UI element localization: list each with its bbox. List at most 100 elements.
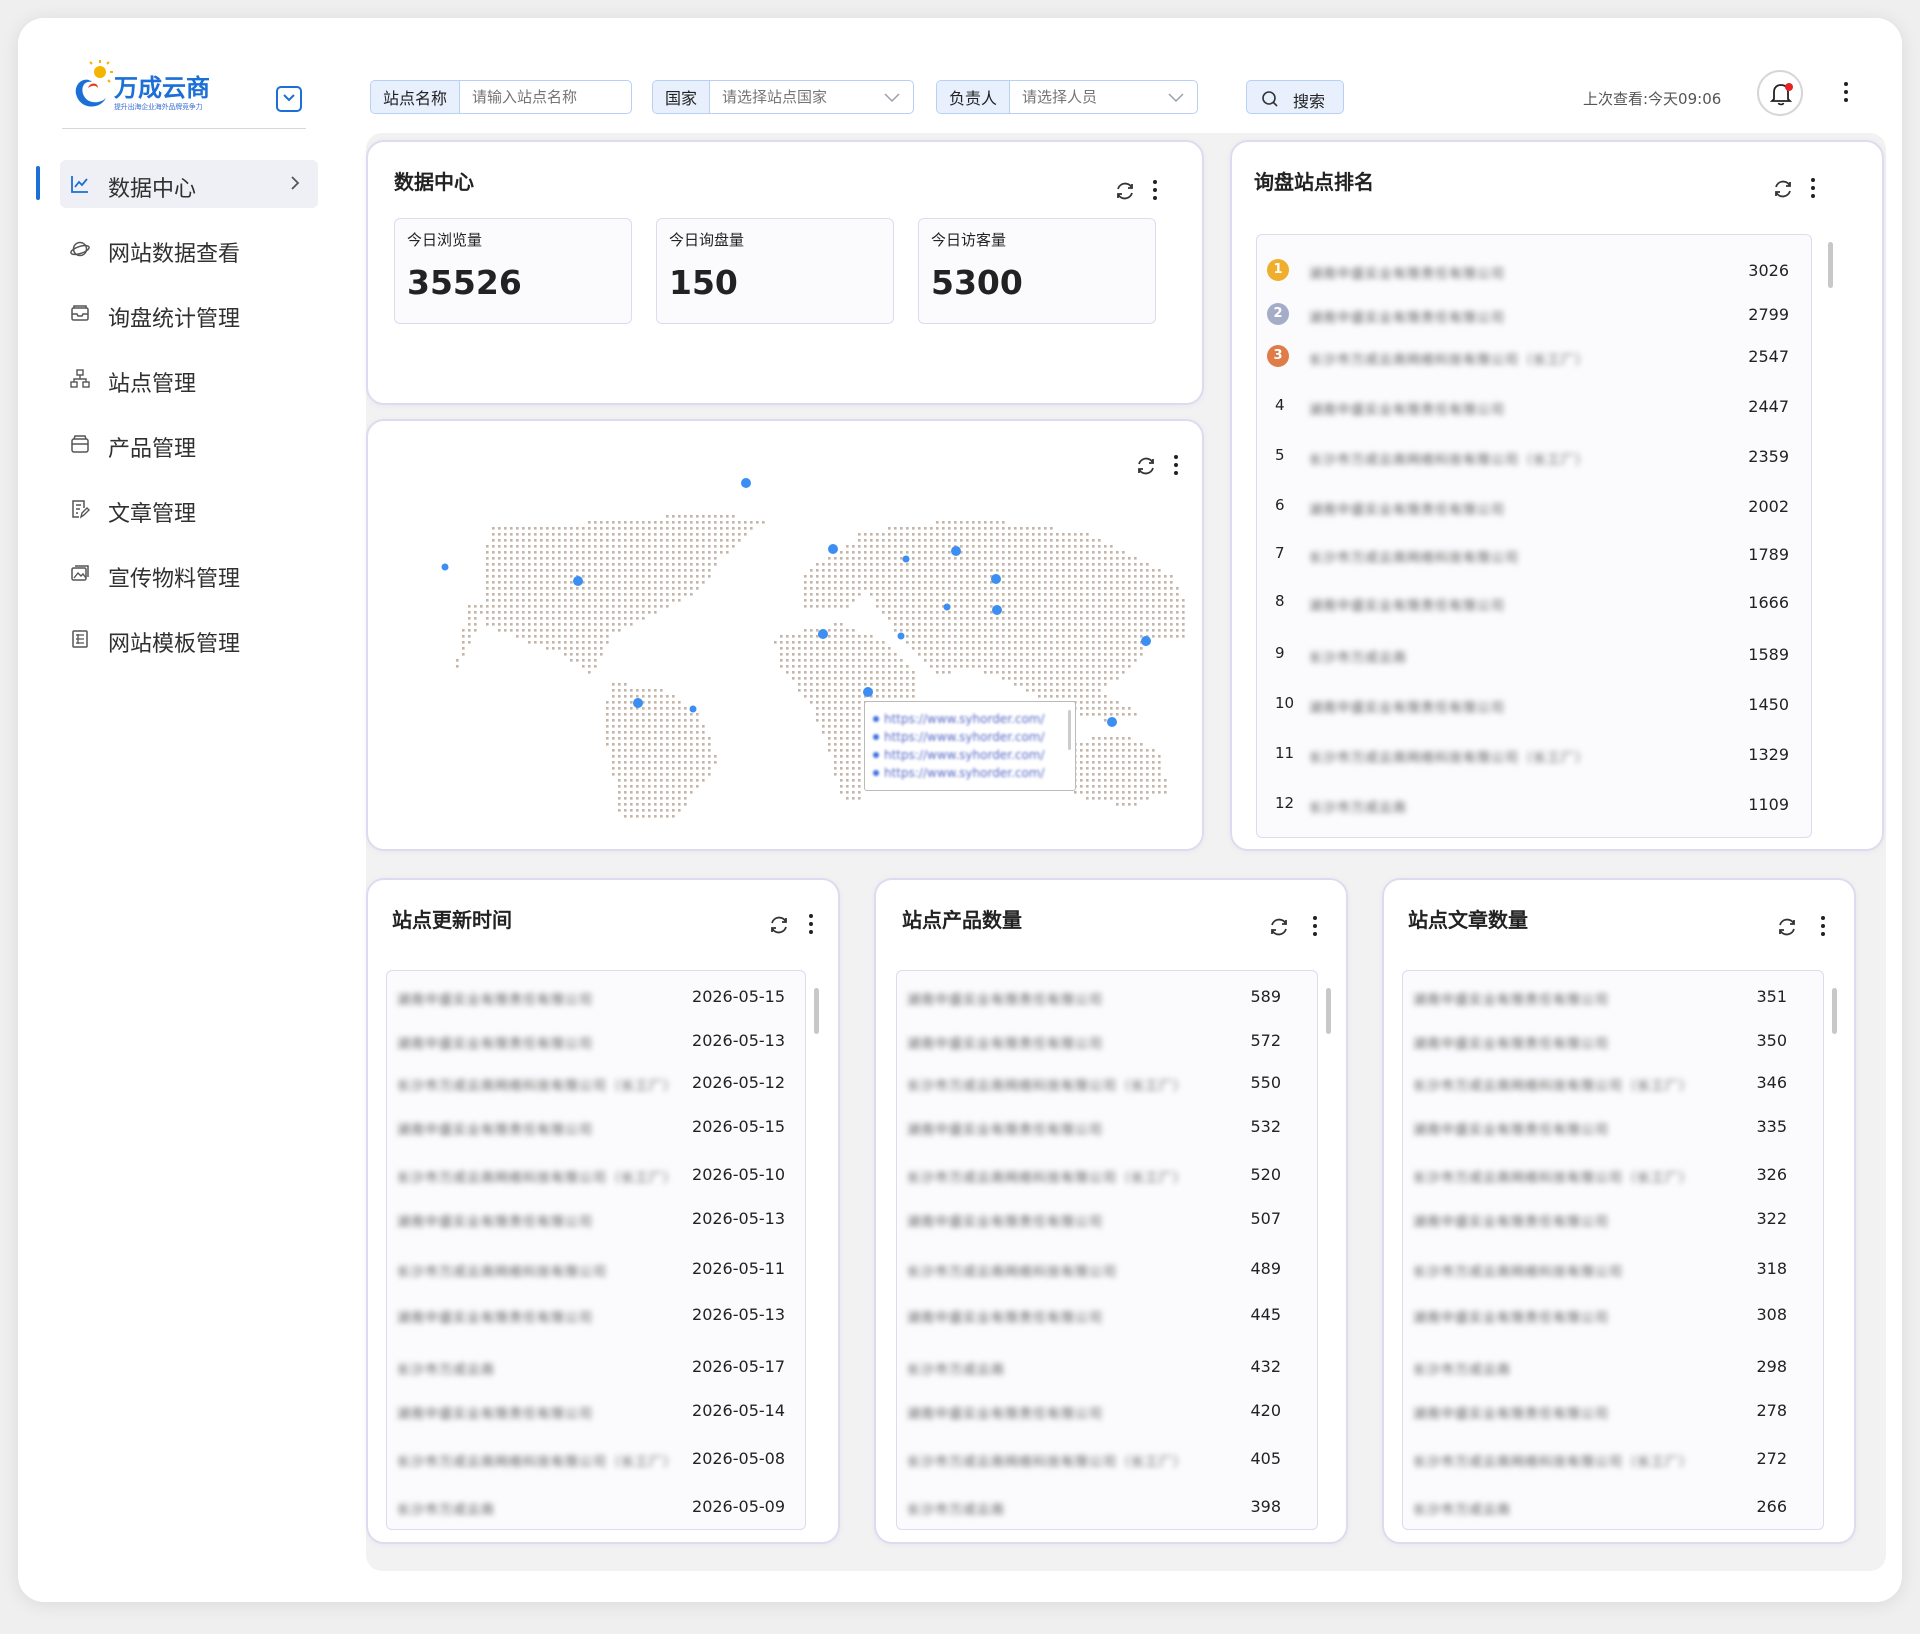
list-item[interactable]: 长沙市万成云商 298	[1403, 1355, 1823, 1379]
update-scrollbar[interactable]	[814, 988, 819, 1034]
refresh-icon[interactable]	[1268, 916, 1290, 938]
list-item[interactable]: 湖南中盛实业有限责任有限公司 2026-05-13	[387, 1029, 805, 1053]
list-item[interactable]: 湖南中盛实业有限责任有限公司 2026-05-14	[387, 1399, 805, 1423]
list-item[interactable]: 长沙市万成云商 2026-05-17	[387, 1355, 805, 1379]
list-item[interactable]: 长沙市万成云商 432	[897, 1355, 1317, 1379]
list-item[interactable]: 4 湖南中盛实业有限责任有限公司 2447	[1257, 395, 1811, 419]
stat-value: 5300	[931, 263, 1023, 302]
list-item[interactable]: 湖南中盛实业有限责任有限公司 335	[1403, 1115, 1823, 1139]
ranking-scrollbar[interactable]	[1828, 242, 1833, 288]
list-item[interactable]: 湖南中盛实业有限责任有限公司 2026-05-15	[387, 1115, 805, 1139]
list-item[interactable]: 湖南中盛实业有限责任有限公司 322	[1403, 1207, 1823, 1231]
list-item[interactable]: 长沙市万成云商网络科技有限公司（长工厂） 346	[1403, 1071, 1823, 1095]
map-site-marker[interactable]	[897, 632, 905, 640]
card-more-button[interactable]	[806, 914, 816, 938]
list-item[interactable]: 11 长沙市万成云商网络科技有限公司（长工厂） 1329	[1257, 743, 1811, 767]
list-item[interactable]: 湖南中盛实业有限责任有限公司 507	[897, 1207, 1317, 1231]
list-item[interactable]: 长沙市万成云商网络科技有限公司（长工厂） 550	[897, 1071, 1317, 1095]
list-item[interactable]: 长沙市万成云商网络科技有限公司（长工厂） 2026-05-08	[387, 1447, 805, 1471]
map-site-marker[interactable]	[943, 603, 951, 611]
list-item[interactable]: 长沙市万成云商网络科技有限公司（长工厂） 2026-05-10	[387, 1163, 805, 1187]
list-item[interactable]: 湖南中盛实业有限责任有限公司 572	[897, 1029, 1317, 1053]
article-scrollbar[interactable]	[1832, 988, 1837, 1034]
map-site-marker[interactable]	[991, 574, 1001, 584]
list-item[interactable]: 湖南中盛实业有限责任有限公司 420	[897, 1399, 1317, 1423]
refresh-icon[interactable]	[768, 914, 790, 936]
card-more-button[interactable]	[1310, 916, 1320, 940]
search-button[interactable]: 搜索	[1246, 80, 1344, 114]
list-item[interactable]: 湖南中盛实业有限责任有限公司 589	[897, 985, 1317, 1009]
map-site-marker[interactable]	[818, 629, 828, 639]
list-item[interactable]: 湖南中盛实业有限责任有限公司 351	[1403, 985, 1823, 1009]
list-item[interactable]: 湖南中盛实业有限责任有限公司 350	[1403, 1029, 1823, 1053]
map-site-marker[interactable]	[902, 555, 910, 563]
sidebar-item-site-manage[interactable]: 站点管理	[60, 355, 318, 403]
list-item[interactable]: 2 湖南中盛实业有限责任有限公司 2799	[1257, 303, 1811, 327]
card-more-button[interactable]	[1818, 916, 1828, 940]
owner-filter[interactable]: 负责人	[936, 80, 1198, 114]
list-item[interactable]: 长沙市万成云商网络科技有限公司 489	[897, 1257, 1317, 1281]
list-item[interactable]: 9 长沙市万成云商 1589	[1257, 643, 1811, 667]
map-site-marker[interactable]	[741, 478, 751, 488]
country-filter[interactable]: 国家	[652, 80, 914, 114]
list-item[interactable]: 湖南中盛实业有限责任有限公司 2026-05-13	[387, 1303, 805, 1327]
list-item[interactable]: 长沙市万成云商 2026-05-09	[387, 1495, 805, 1519]
map-site-marker[interactable]	[633, 698, 643, 708]
list-item[interactable]: 湖南中盛实业有限责任有限公司 532	[897, 1115, 1317, 1139]
notification-button[interactable]	[1757, 70, 1803, 116]
refresh-icon[interactable]	[1776, 916, 1798, 938]
map-site-marker[interactable]	[573, 576, 583, 586]
site-name: 湖南中盛实业有限责任有限公司	[397, 1123, 594, 1138]
product-scrollbar[interactable]	[1326, 988, 1331, 1034]
sidebar-collapse-button[interactable]	[276, 86, 302, 112]
list-item[interactable]: 湖南中盛实业有限责任有限公司 2026-05-15	[387, 985, 805, 1009]
sidebar-item-inquiry-stats[interactable]: 询盘统计管理	[60, 290, 318, 338]
list-item[interactable]: 长沙市万成云商 398	[897, 1495, 1317, 1519]
list-item[interactable]: 1 湖南中盛实业有限责任有限公司 3026	[1257, 259, 1811, 283]
site-name: 湖南中盛实业有限责任有限公司	[907, 1311, 1104, 1326]
sidebar-item-site-data[interactable]: 网站数据查看	[60, 225, 318, 273]
list-item[interactable]: 10 湖南中盛实业有限责任有限公司 1450	[1257, 693, 1811, 717]
sidebar-item-products[interactable]: 产品管理	[60, 420, 318, 468]
list-item[interactable]: 长沙市万成云商网络科技有限公司（长工厂） 272	[1403, 1447, 1823, 1471]
list-item[interactable]: 长沙市万成云商网络科技有限公司（长工厂） 2026-05-12	[387, 1071, 805, 1095]
card-more-button[interactable]	[1150, 180, 1160, 204]
list-item[interactable]: 长沙市万成云商网络科技有限公司（长工厂） 405	[897, 1447, 1317, 1471]
map-site-marker[interactable]	[992, 605, 1002, 615]
refresh-icon[interactable]	[1772, 178, 1794, 200]
sidebar-item-data-center[interactable]: 数据中心	[60, 160, 318, 208]
map-site-marker[interactable]	[441, 563, 449, 571]
list-item[interactable]: 长沙市万成云商网络科技有限公司（长工厂） 326	[1403, 1163, 1823, 1187]
map-site-marker[interactable]	[1141, 636, 1151, 646]
map-site-marker[interactable]	[863, 687, 873, 697]
tooltip-scrollbar[interactable]	[1068, 710, 1071, 750]
map-site-marker[interactable]	[828, 544, 838, 554]
world-map[interactable]	[368, 421, 1202, 849]
list-item[interactable]: 长沙市万成云商网络科技有限公司 2026-05-11	[387, 1257, 805, 1281]
list-item[interactable]: 6 湖南中盛实业有限责任有限公司 2002	[1257, 495, 1811, 519]
brand-logo[interactable]: 万成云商 提升出海企业海外品牌竞争力	[70, 58, 220, 116]
map-site-marker[interactable]	[689, 705, 697, 713]
list-item[interactable]: 湖南中盛实业有限责任有限公司 278	[1403, 1399, 1823, 1423]
list-item[interactable]: 长沙市万成云商网络科技有限公司（长工厂） 520	[897, 1163, 1317, 1187]
list-item[interactable]: 湖南中盛实业有限责任有限公司 308	[1403, 1303, 1823, 1327]
list-item[interactable]: 7 长沙市万成云商网络科技有限公司 1789	[1257, 543, 1811, 567]
more-menu-button[interactable]	[1840, 82, 1852, 106]
list-item[interactable]: 8 湖南中盛实业有限责任有限公司 1666	[1257, 591, 1811, 615]
sidebar-item-promo-material[interactable]: 宣传物料管理	[60, 550, 318, 598]
list-item[interactable]: 3 长沙市万成云商网络科技有限公司（长工厂） 2547	[1257, 345, 1811, 369]
list-item[interactable]: 湖南中盛实业有限责任有限公司 445	[897, 1303, 1317, 1327]
list-item[interactable]: 长沙市万成云商 266	[1403, 1495, 1823, 1519]
sidebar-item-templates[interactable]: 网站模板管理	[60, 615, 318, 663]
site-name-input[interactable]	[460, 88, 631, 106]
row-value: 420	[1250, 1401, 1281, 1420]
map-site-marker[interactable]	[951, 546, 961, 556]
list-item[interactable]: 12 长沙市万成云商 1109	[1257, 793, 1811, 817]
refresh-icon[interactable]	[1114, 180, 1136, 202]
map-site-marker[interactable]	[1107, 717, 1117, 727]
list-item[interactable]: 湖南中盛实业有限责任有限公司 2026-05-13	[387, 1207, 805, 1231]
list-item[interactable]: 5 长沙市万成云商网络科技有限公司（长工厂） 2359	[1257, 445, 1811, 469]
list-item[interactable]: 长沙市万成云商网络科技有限公司 318	[1403, 1257, 1823, 1281]
card-more-button[interactable]	[1808, 178, 1818, 202]
sidebar-item-articles[interactable]: 文章管理	[60, 485, 318, 533]
